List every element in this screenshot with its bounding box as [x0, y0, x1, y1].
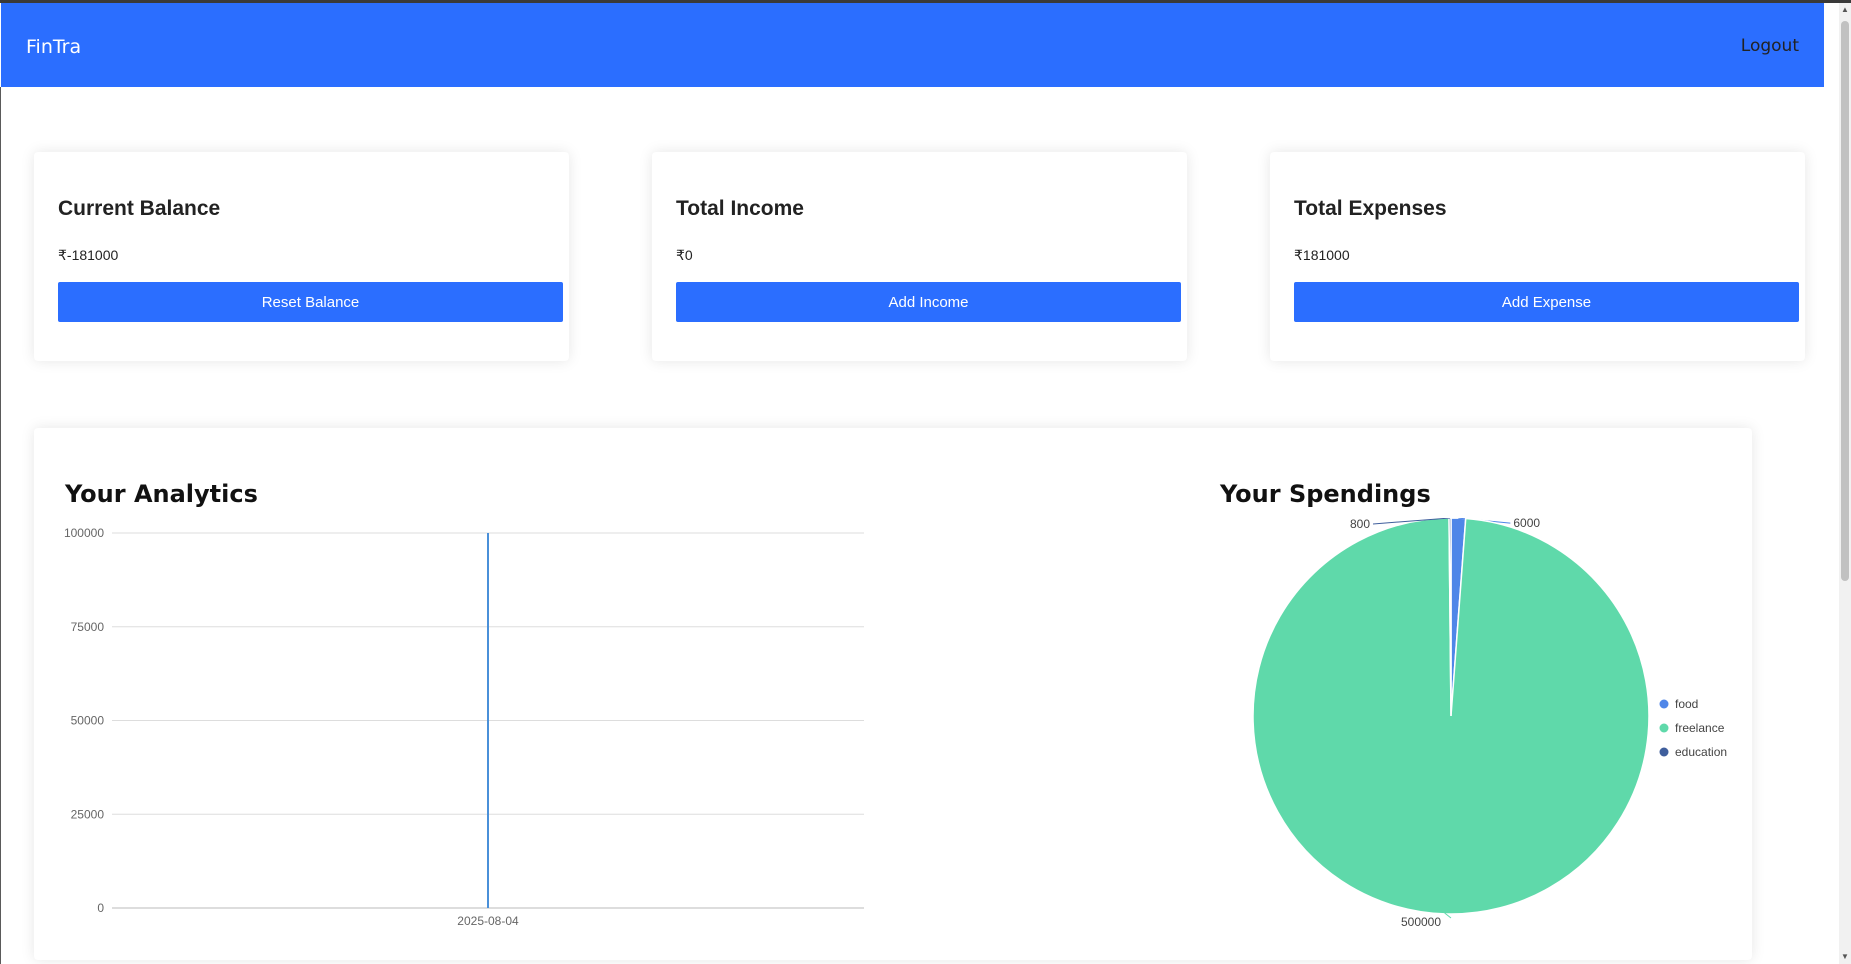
legend-marker [1659, 699, 1669, 709]
pie-value-label: 500000 [1401, 915, 1441, 929]
legend-label-freelance[interactable]: freelance [1675, 721, 1725, 735]
card-title: Total Income [676, 197, 804, 220]
navbar: FinTra Logout [1, 3, 1824, 87]
y-tick-label: 50000 [71, 714, 105, 728]
logout-link[interactable]: Logout [1741, 36, 1799, 56]
y-tick-label: 0 [97, 901, 104, 915]
legend-label-food[interactable]: food [1675, 697, 1698, 711]
analytics-panel: Your Analytics 0 25000 50000 75000 100000 202… [34, 428, 1752, 960]
x-tick-label: 2025-08-04 [457, 914, 519, 928]
legend-marker [1659, 747, 1669, 757]
card-title: Current Balance [58, 197, 221, 220]
scroll-up-arrow-icon[interactable]: ▲ [1839, 3, 1851, 17]
y-tick-label: 25000 [71, 807, 105, 821]
expenses-value: ₹181000 [1294, 247, 1350, 263]
add-expense-button[interactable]: Add Expense [1294, 282, 1799, 322]
add-income-button[interactable]: Add Income [676, 282, 1181, 322]
scroll-down-arrow-icon[interactable]: ▼ [1839, 950, 1851, 964]
total-income-card: Total Income ₹0 Add Income [652, 152, 1187, 361]
pie-value-label: 800 [1350, 518, 1370, 531]
pie-value-label: 6000 [1513, 518, 1540, 530]
legend-marker [1659, 723, 1669, 733]
analytics-bar-chart: 0 25000 50000 75000 100000 2025-08-04 [64, 526, 864, 928]
income-value: ₹0 [676, 247, 693, 263]
current-balance-card: Current Balance ₹-181000 Reset Balance [34, 152, 569, 361]
scrollbar[interactable]: ▲ ▼ [1839, 3, 1851, 964]
y-tick-label: 75000 [71, 620, 105, 634]
bar[interactable] [487, 533, 489, 908]
reset-balance-button[interactable]: Reset Balance [58, 282, 563, 322]
y-tick-label: 100000 [64, 526, 104, 540]
legend-label-education[interactable]: education [1675, 745, 1727, 759]
card-title: Total Expenses [1294, 197, 1447, 220]
total-expenses-card: Total Expenses ₹181000 Add Expense [1270, 152, 1805, 361]
spendings-title: Your Spendings [1220, 480, 1431, 508]
balance-value: ₹-181000 [58, 247, 119, 263]
spendings-pie-chart: 6000 500000 800 food freelance education [1252, 518, 1727, 929]
scroll-thumb[interactable] [1841, 21, 1849, 581]
brand-logo[interactable]: FinTra [26, 36, 81, 58]
window-left-border [0, 87, 1, 964]
analytics-title: Your Analytics [65, 480, 258, 508]
